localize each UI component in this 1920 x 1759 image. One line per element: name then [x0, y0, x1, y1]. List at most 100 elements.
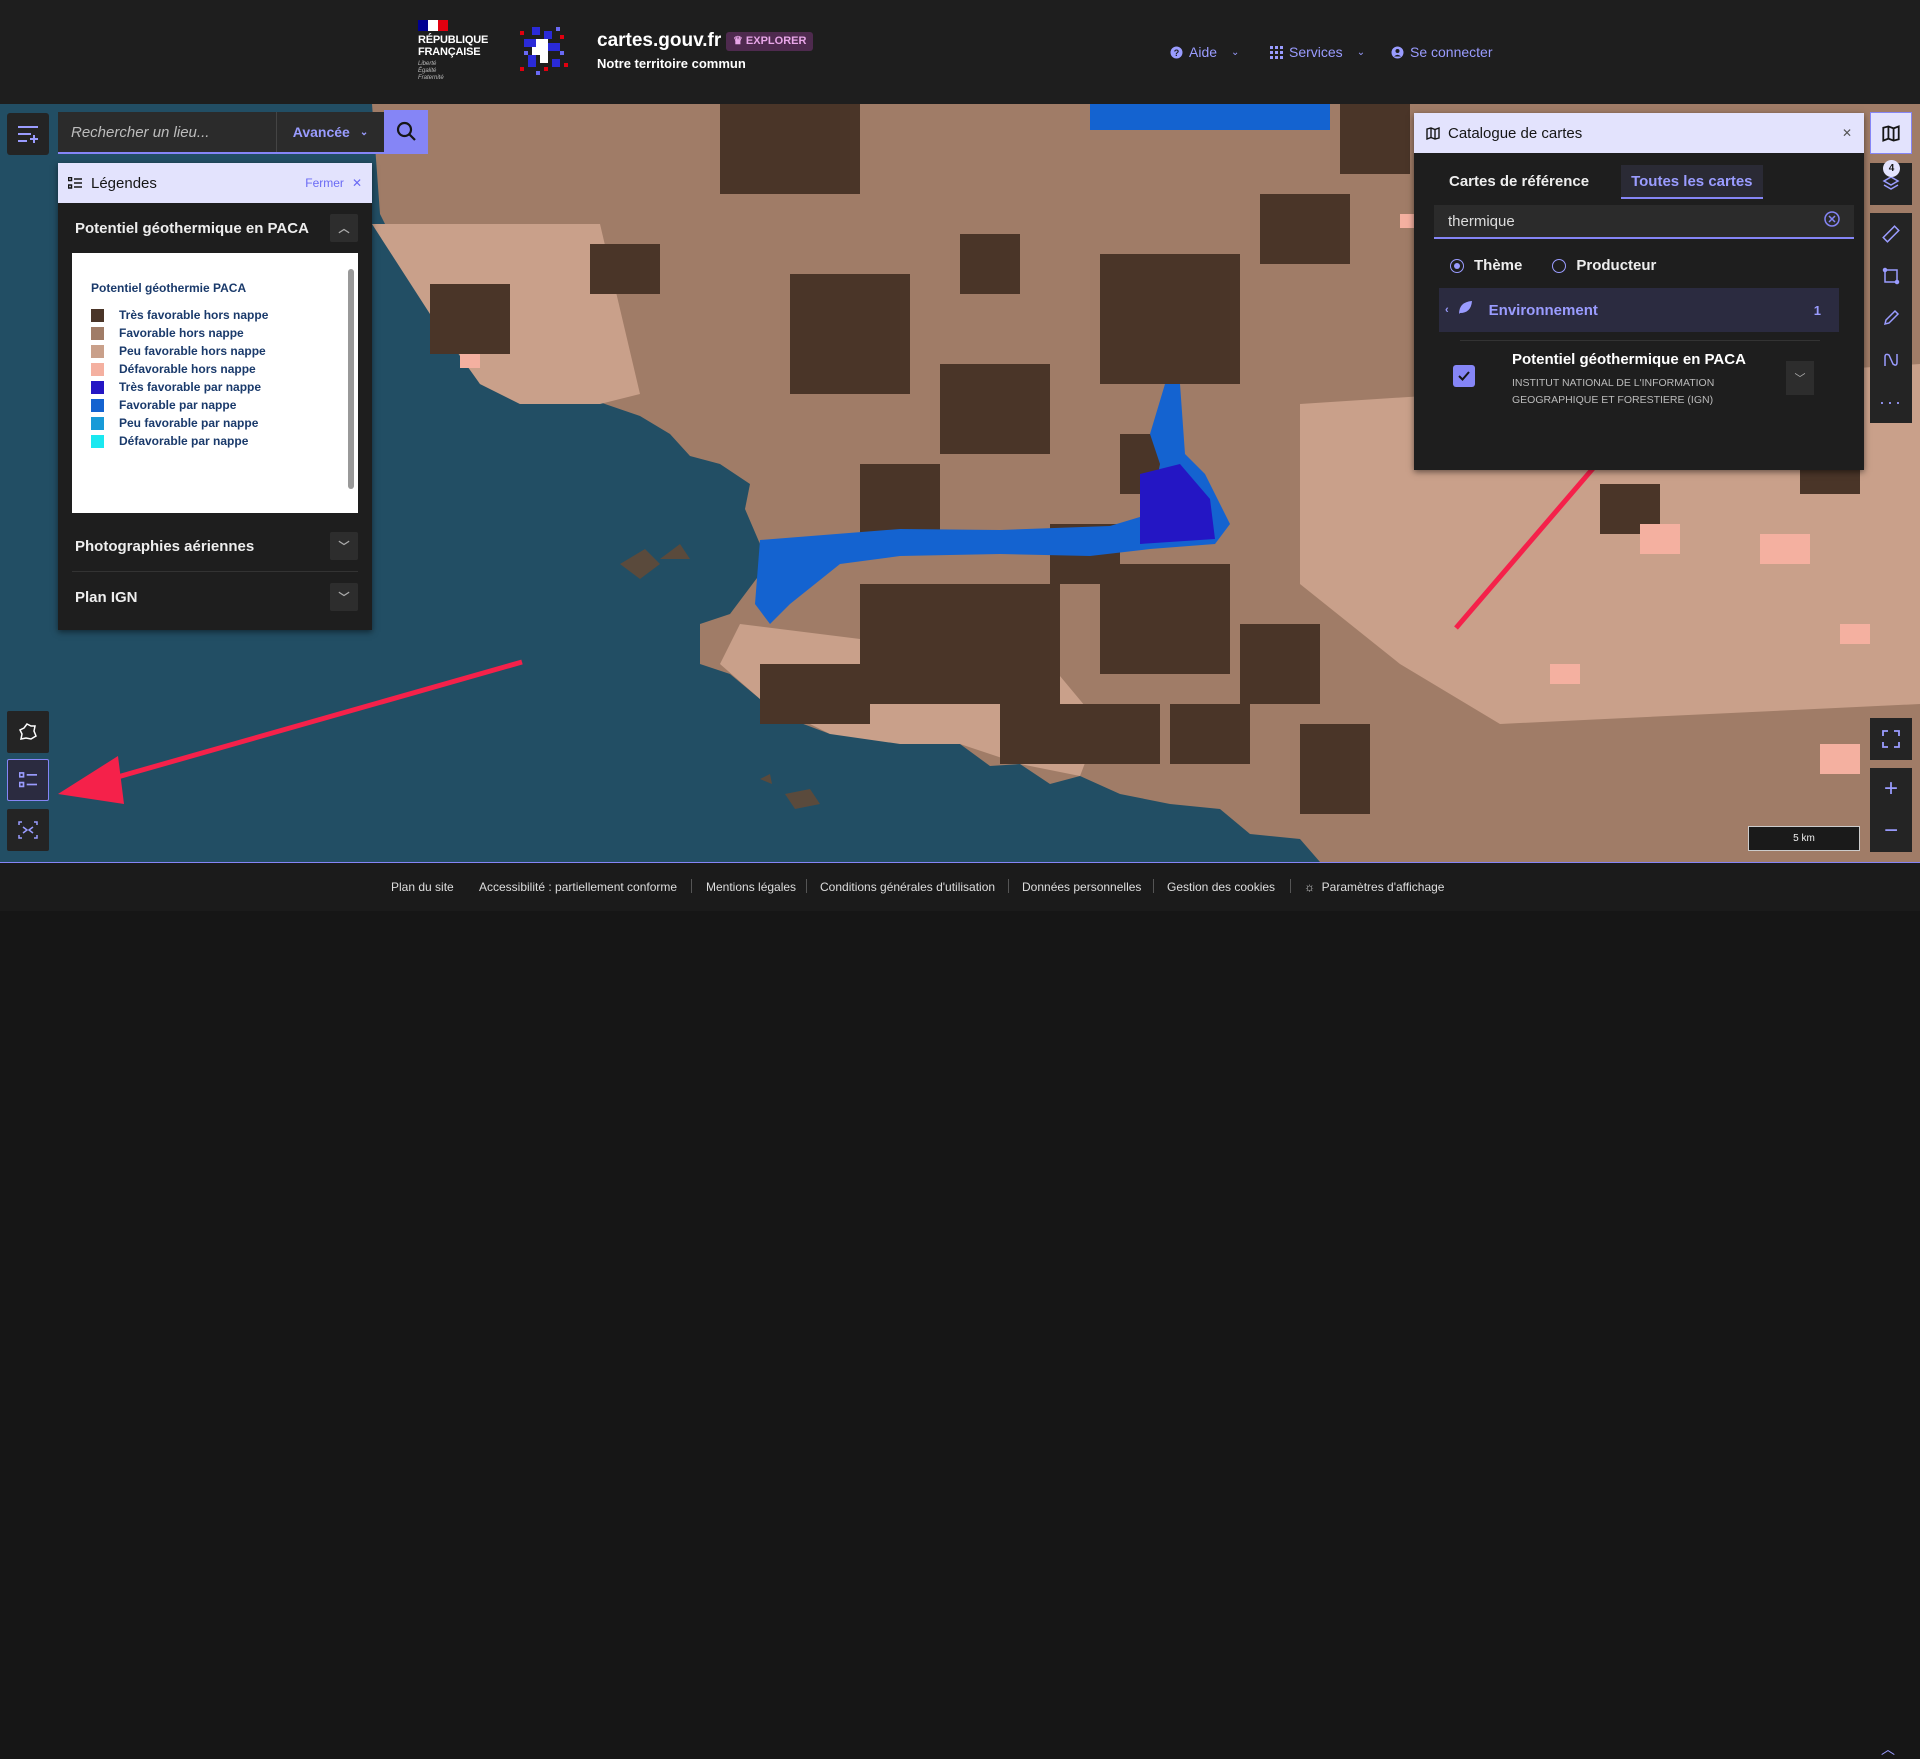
layers-icon: [1882, 176, 1900, 190]
sun-icon: ☼: [1304, 880, 1315, 894]
chevron-down-icon[interactable]: ﹀: [330, 583, 358, 611]
legend-layer-title: Plan IGN: [75, 588, 138, 606]
check-icon: [1458, 371, 1470, 381]
legend-list-icon: [68, 177, 82, 189]
measure-button[interactable]: [1870, 213, 1912, 255]
legend-close-label: Fermer: [305, 176, 344, 190]
close-icon[interactable]: ✕: [1842, 126, 1852, 140]
legend-scrollbar[interactable]: [346, 255, 356, 511]
menu-icon: [18, 126, 38, 143]
shape-icon: [1882, 267, 1900, 285]
fullscreen-button[interactable]: [1870, 718, 1912, 760]
menu-button[interactable]: [7, 113, 49, 155]
shapes-button[interactable]: [1870, 255, 1912, 297]
chevron-up-icon[interactable]: ︿: [1881, 1739, 1895, 1759]
republique-francaise-logo[interactable]: RÉPUBLIQUE FRANÇAISE Liberté Égalité Frate…: [418, 20, 489, 84]
category-label: Environnement: [1488, 301, 1598, 319]
more-tools-button[interactable]: ···: [1870, 381, 1912, 423]
nav-services-label: Services: [1289, 44, 1343, 60]
chevron-down-icon: ⌄: [359, 126, 369, 138]
legend-swatch: [91, 398, 104, 412]
search-icon: [396, 121, 416, 141]
legend-accordion-photos[interactable]: Photographies aériennes ﹀: [58, 521, 372, 571]
legend-close-button[interactable]: Fermer ✕: [305, 176, 362, 190]
footer-link-terms[interactable]: Conditions générales d'utilisation: [820, 880, 995, 894]
legend-item-label: Peu favorable par nappe: [119, 416, 259, 430]
site-tagline: Notre territoire commun: [597, 56, 746, 71]
close-icon: ✕: [351, 176, 362, 190]
radio-theme[interactable]: [1450, 258, 1464, 273]
tab-reference-maps[interactable]: Cartes de référence: [1439, 165, 1599, 199]
legend-swatch: [91, 308, 104, 322]
layers-count-badge: 4: [1883, 160, 1900, 177]
search-mode-select[interactable]: Avancée ⌄: [276, 112, 384, 152]
legend-item: Peu favorable hors nappe: [91, 342, 358, 360]
legend-swatch: [91, 416, 104, 430]
france-map-icon: [18, 723, 37, 740]
nav-help-button[interactable]: ? Aide ⌄: [1170, 44, 1239, 60]
legend-panel: Légendes Fermer ✕ Potentiel géothermique…: [58, 163, 372, 630]
legend-item-label: Très favorable hors nappe: [119, 308, 269, 322]
catalog-search-value: thermique: [1448, 212, 1515, 230]
minus-icon: −: [1883, 817, 1898, 844]
layer-checkbox[interactable]: [1453, 365, 1475, 387]
radio-producer-label: Producteur: [1576, 257, 1657, 274]
chevron-down-icon[interactable]: ﹀: [330, 532, 358, 560]
catalog-search-field[interactable]: thermique: [1434, 205, 1854, 239]
site-name-link[interactable]: cartes.gouv.fr: [597, 30, 721, 52]
nav-services-button[interactable]: Services ⌄: [1270, 44, 1365, 60]
french-flag-icon: [418, 20, 448, 31]
legend-accordion-plan-ign[interactable]: Plan IGN ﹀: [58, 572, 372, 622]
place-search-input[interactable]: [58, 112, 276, 152]
chevron-down-icon[interactable]: ﹀: [1786, 361, 1814, 395]
legend-item-label: Défavorable par nappe: [119, 434, 249, 448]
territories-button[interactable]: [7, 711, 49, 753]
legend-accordion-geothermie[interactable]: Potentiel géothermique en PACA ︿: [58, 203, 372, 253]
explorer-badge: ♛ EXPLORER: [726, 32, 814, 51]
gov-name-line1: RÉPUBLIQUE: [418, 34, 489, 46]
radio-theme-label: Thème: [1474, 257, 1523, 274]
catalog-panel: Catalogue de cartes ✕ Cartes de référenc…: [1414, 113, 1864, 470]
display-settings-button[interactable]: ☼ Paramètres d'affichage: [1304, 880, 1444, 894]
catalog-toggle-button[interactable]: [1870, 112, 1912, 154]
legend-swatch: [91, 380, 104, 394]
draw-button[interactable]: [1870, 297, 1912, 339]
legend-item-label: Favorable par nappe: [119, 398, 237, 412]
chevron-up-icon[interactable]: ︿: [330, 214, 358, 242]
legend-swatch: [91, 434, 104, 448]
clear-search-icon[interactable]: [1824, 210, 1840, 232]
legend-panel-header: Légendes Fermer ✕: [58, 163, 372, 203]
zoom-out-button[interactable]: −: [1870, 810, 1912, 852]
radio-producer[interactable]: [1552, 258, 1567, 273]
legend-panel-title: Légendes: [91, 174, 157, 192]
tab-all-maps[interactable]: Toutes les cartes: [1621, 165, 1763, 199]
chevron-left-icon: ‹: [1445, 304, 1449, 316]
legend-item: Favorable hors nappe: [91, 324, 358, 342]
legend-item: Très favorable par nappe: [91, 378, 358, 396]
footer-link-privacy[interactable]: Données personnelles: [1022, 880, 1141, 894]
footer-link-cookies[interactable]: Gestion des cookies: [1167, 880, 1275, 894]
nav-login-button[interactable]: Se connecter: [1391, 44, 1493, 60]
site-header: RÉPUBLIQUE FRANÇAISE Liberté Égalité Frate…: [0, 0, 1920, 104]
legend-item: Peu favorable par nappe: [91, 414, 358, 432]
footer-link-sitemap[interactable]: Plan du site: [391, 880, 454, 894]
legend-toggle-button[interactable]: [7, 759, 49, 801]
footer-link-legal[interactable]: Mentions légales: [706, 880, 796, 894]
route-button[interactable]: [1870, 339, 1912, 381]
legend-swatch: [91, 362, 104, 376]
plus-icon: +: [1883, 775, 1898, 802]
ruler-icon: [1882, 225, 1900, 243]
compare-button[interactable]: [7, 809, 49, 851]
search-mode-label: Avancée: [292, 124, 350, 140]
category-environnement[interactable]: ‹ Environnement 1: [1439, 288, 1839, 332]
pencil-icon: [1883, 309, 1900, 326]
legend-image: Potentiel géothermie PACA Très favorable…: [72, 253, 358, 513]
user-icon: [1391, 46, 1404, 59]
search-button[interactable]: [384, 110, 428, 152]
filter-radio-group: Thème Producteur: [1414, 239, 1864, 274]
map-icon: [1882, 124, 1900, 142]
cartes-pixel-logo-icon: [520, 27, 568, 75]
footer-link-accessibility[interactable]: Accessibilité : partiellement conforme: [479, 880, 677, 894]
zoom-in-button[interactable]: +: [1870, 768, 1912, 810]
legend-item: Défavorable hors nappe: [91, 360, 358, 378]
